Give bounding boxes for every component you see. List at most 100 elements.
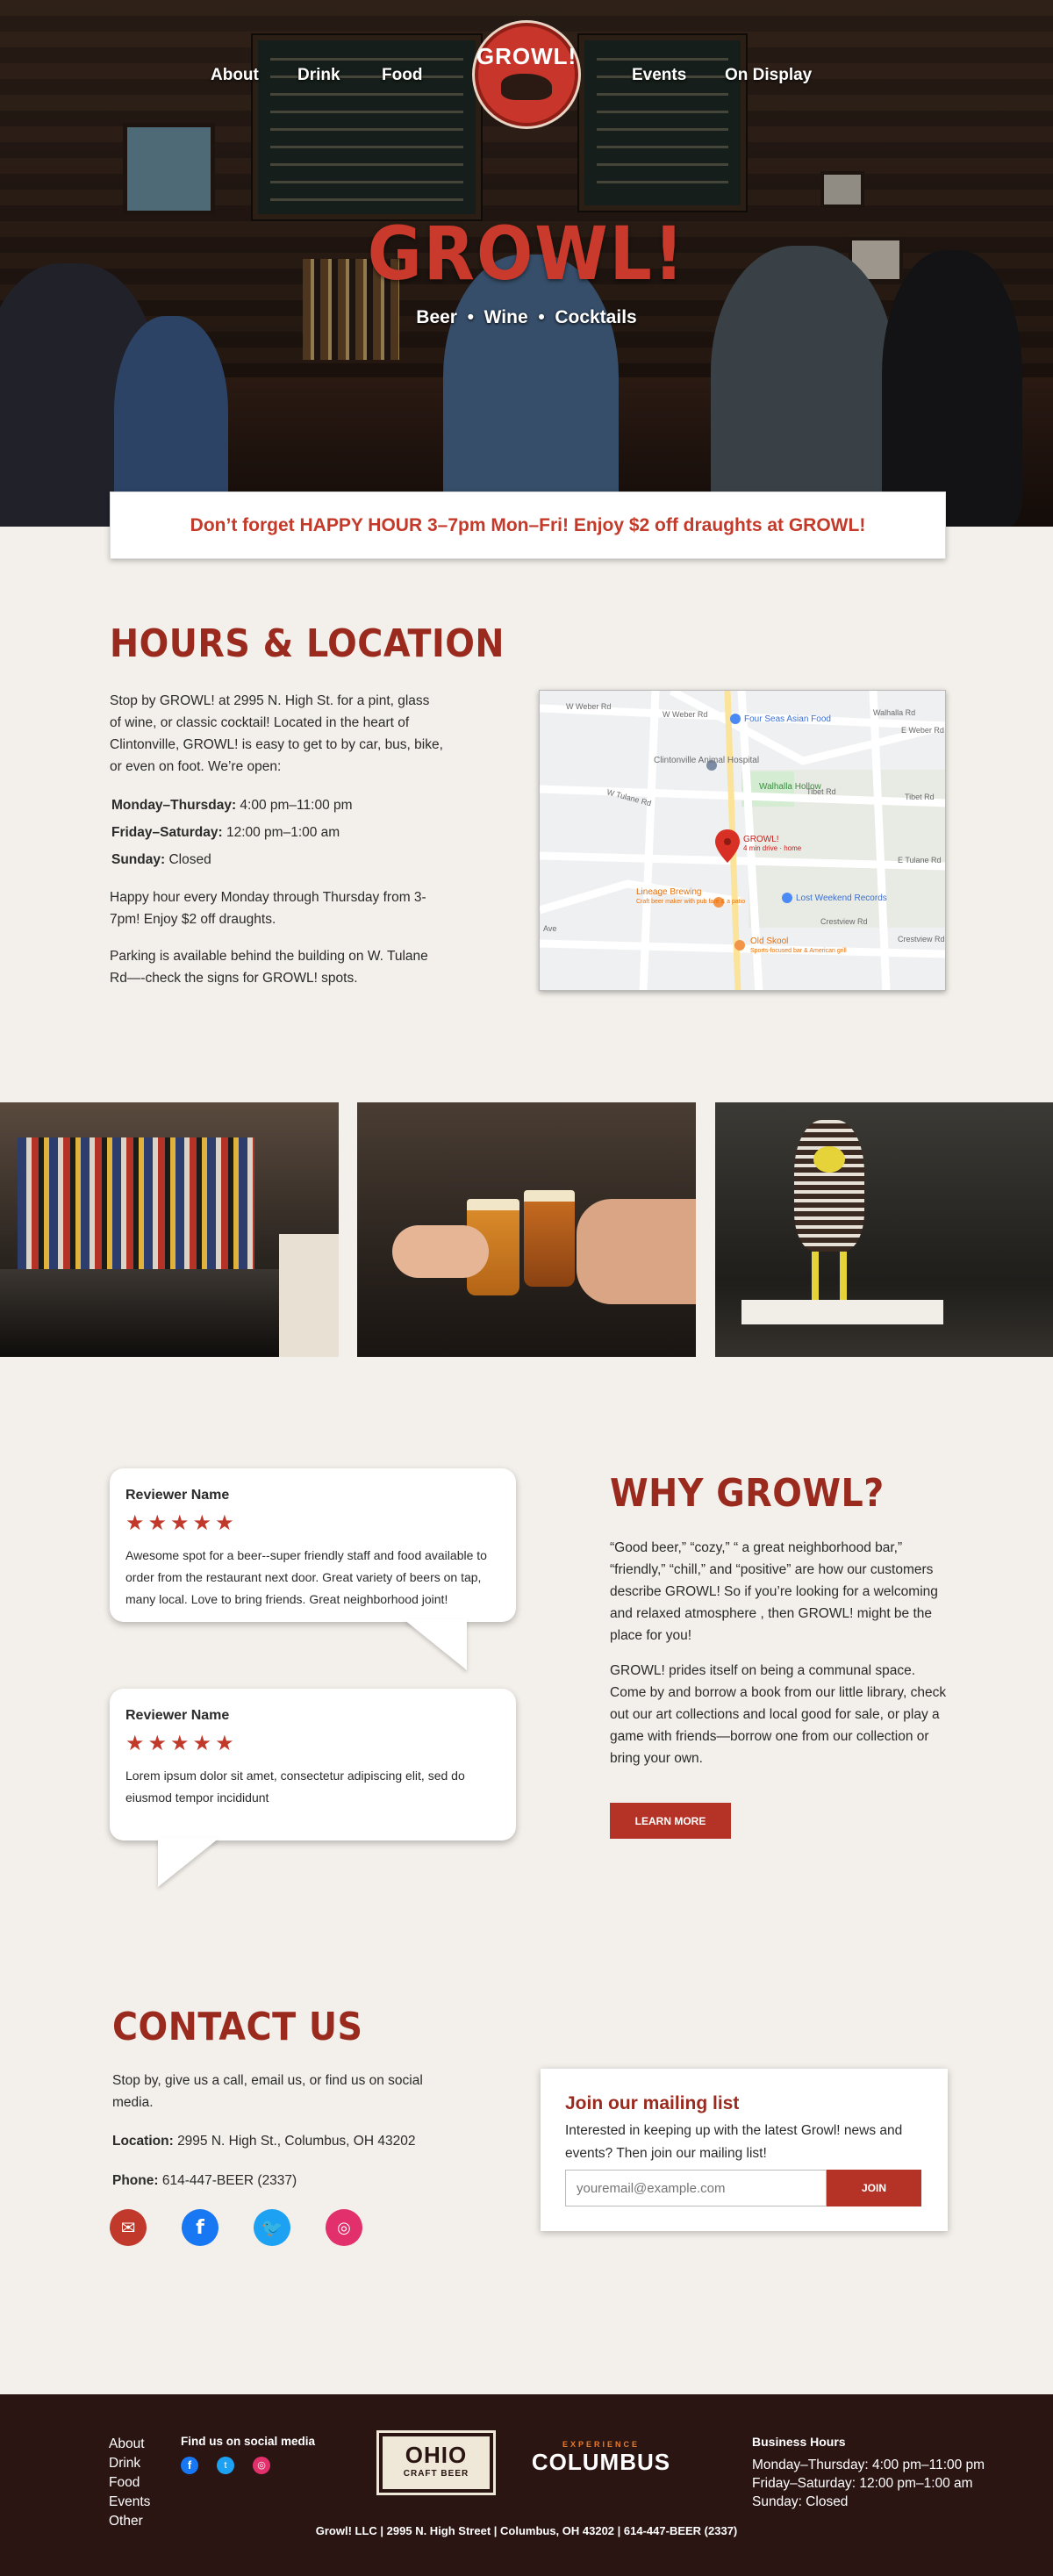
map-place-label: Clintonville Animal Hospital bbox=[654, 756, 759, 765]
footer-link-events[interactable]: Events bbox=[109, 2493, 150, 2512]
logo-text: GROWL! bbox=[476, 42, 577, 69]
schedule-time: 12:00 pm–1:00 am bbox=[226, 825, 340, 840]
ohio-logo-subtitle: CRAFT BEER bbox=[403, 2469, 469, 2479]
happy-hour-banner: Don’t forget HAPPY HOUR 3–7pm Mon–Fri! E… bbox=[110, 492, 946, 559]
schedule-day: Sunday: bbox=[111, 852, 166, 867]
photo-beer-taps bbox=[0, 1102, 339, 1357]
join-button[interactable]: JOIN bbox=[827, 2170, 921, 2206]
coffee-sign bbox=[279, 1234, 339, 1357]
email-icon[interactable]: ✉ bbox=[110, 2209, 147, 2246]
footer-instagram-icon[interactable]: ◎ bbox=[253, 2457, 270, 2474]
reviewer-name: Reviewer Name bbox=[125, 1708, 230, 1723]
hero-subtitle: Beer • Wine • Cocktails bbox=[416, 307, 637, 327]
footer-twitter-icon[interactable]: t bbox=[217, 2457, 234, 2474]
photo-beer-toast bbox=[357, 1102, 696, 1357]
email-field[interactable] bbox=[565, 2170, 827, 2206]
nav-drink[interactable]: Drink bbox=[297, 66, 340, 85]
schedule-row: Monday–Thursday: 4:00 pm–11:00 pm bbox=[111, 792, 353, 819]
location-label: Location: bbox=[112, 2134, 174, 2149]
ohio-craft-beer-logo: OHIO CRAFT BEER bbox=[379, 2433, 493, 2493]
phone-value: 614-447-BEER (2337) bbox=[161, 2173, 297, 2188]
contact-intro: Stop by, give us a call, email us, or fi… bbox=[112, 2073, 423, 2110]
owl-base bbox=[741, 1300, 943, 1324]
map-place-sub: Sports-focused bar & American grill bbox=[750, 948, 847, 954]
banner-text: Don’t forget HAPPY HOUR 3–7pm Mon–Fri! E… bbox=[190, 514, 866, 535]
location-map[interactable]: W Weber Rd W Weber Rd Walhalla Rd E Webe… bbox=[539, 690, 946, 991]
nav-events[interactable]: Events bbox=[632, 66, 686, 85]
business-hours: Monday–Thursday: 4:00 pm–11:00 pm Friday… bbox=[752, 2456, 985, 2511]
review-text: Awesome spot for a beer--super friendly … bbox=[125, 1548, 487, 1606]
nav-about[interactable]: About bbox=[211, 66, 259, 85]
why-paragraph-1: “Good beer,” “cozy,” “ a great neighborh… bbox=[610, 1540, 938, 1643]
business-hours-row: Friday–Saturday: 12:00 pm–1:00 am bbox=[752, 2476, 973, 2491]
schedule-day: Friday–Saturday: bbox=[111, 825, 223, 840]
bubble-tail bbox=[404, 1619, 467, 1670]
footer-links: About Drink Food Events Other bbox=[109, 2435, 150, 2531]
contact-phone: Phone: 614-447-BEER (2337) bbox=[112, 2170, 498, 2192]
hours-title: HOURS & LOCATION bbox=[110, 621, 505, 666]
map-street-label: W Weber Rd bbox=[663, 710, 707, 719]
hero-banner: About Drink Food Events On Display GROWL… bbox=[0, 0, 1053, 527]
learn-more-button[interactable]: LEARN MORE bbox=[610, 1803, 731, 1839]
instagram-icon[interactable]: ◎ bbox=[326, 2209, 362, 2246]
hours-schedule: Monday–Thursday: 4:00 pm–11:00 pm Friday… bbox=[111, 792, 353, 873]
footer-facebook-icon[interactable]: f bbox=[181, 2457, 198, 2474]
map-street-label: Crestview Rd bbox=[898, 935, 945, 944]
mailing-text: Interested in keeping up with the latest… bbox=[565, 2123, 903, 2161]
hours-intro: Stop by GROWL! at 2995 N. High St. for a… bbox=[110, 693, 443, 774]
growl-logo[interactable]: GROWL! bbox=[475, 23, 578, 126]
place-marker bbox=[734, 940, 745, 951]
contact-title: CONTACT US bbox=[112, 2005, 363, 2049]
why-title: WHY GROWL? bbox=[610, 1471, 885, 1516]
place-marker bbox=[782, 893, 792, 903]
tap-handles bbox=[18, 1137, 254, 1269]
twitter-icon[interactable]: 🐦 bbox=[254, 2209, 290, 2246]
map-place-sub: 4 min drive · home bbox=[743, 844, 802, 852]
map-street-label: Tibet Rd bbox=[905, 793, 935, 801]
review-text: Lorem ipsum dolor sit amet, consectetur … bbox=[125, 1769, 465, 1805]
arm bbox=[577, 1199, 696, 1304]
location-value: 2995 N. High St., Columbus, OH 43202 bbox=[177, 2134, 416, 2149]
facebook-icon[interactable]: f bbox=[182, 2209, 218, 2246]
schedule-row: Sunday: Closed bbox=[111, 846, 353, 873]
business-hours-row: Monday–Thursday: 4:00 pm–11:00 pm bbox=[752, 2458, 985, 2472]
footer-bottom-line: Growl! LLC | 2995 N. High Street | Colum… bbox=[315, 2524, 738, 2537]
map-street-label: E Tulane Rd bbox=[898, 856, 942, 865]
owl-sculpture bbox=[794, 1120, 864, 1252]
review-card: Reviewer Name ★★★★★ Awesome spot for a b… bbox=[110, 1468, 516, 1622]
star-rating-icon: ★★★★★ bbox=[125, 1732, 238, 1755]
contact-location: Location: 2995 N. High St., Columbus, OH… bbox=[112, 2130, 498, 2152]
schedule-time: 4:00 pm–11:00 pm bbox=[240, 798, 353, 813]
map-place-label: Lineage Brewing bbox=[636, 887, 702, 897]
columbus-logo-title: COLUMBUS bbox=[531, 2449, 671, 2475]
why-paragraph-2: GROWL! prides itself on being a communal… bbox=[610, 1663, 947, 1766]
reviewer-name: Reviewer Name bbox=[125, 1488, 230, 1503]
map-place-label: Old Skool bbox=[750, 936, 788, 946]
nav-food[interactable]: Food bbox=[382, 66, 422, 85]
map-place-sub: Craft beer maker with pub fare & a patio bbox=[636, 899, 745, 905]
schedule-row: Friday–Saturday: 12:00 pm–1:00 am bbox=[111, 819, 353, 846]
footer-link-about[interactable]: About bbox=[109, 2435, 150, 2454]
beer-glass bbox=[524, 1190, 575, 1287]
footer-link-food[interactable]: Food bbox=[109, 2473, 150, 2493]
star-rating-icon: ★★★★★ bbox=[125, 1511, 238, 1535]
owl-legs bbox=[812, 1252, 847, 1304]
nav-on-display[interactable]: On Display bbox=[725, 66, 812, 85]
ohio-logo-title: OHIO bbox=[405, 2442, 468, 2468]
photo-owl-art bbox=[715, 1102, 1053, 1357]
footer-link-drink[interactable]: Drink bbox=[109, 2454, 150, 2473]
map-place-label: Walhalla Hollow bbox=[759, 782, 822, 792]
map-street-label: Ave bbox=[543, 924, 556, 933]
map-graphic: W Weber Rd W Weber Rd Walhalla Rd E Webe… bbox=[540, 691, 945, 990]
place-marker bbox=[730, 714, 741, 724]
bear-icon bbox=[501, 73, 552, 100]
map-place-label: Lost Weekend Records bbox=[796, 893, 887, 903]
parking-text: Parking is available behind the building… bbox=[110, 949, 428, 986]
phone-label: Phone: bbox=[112, 2173, 159, 2188]
review-card: Reviewer Name ★★★★★ Lorem ipsum dolor si… bbox=[110, 1689, 516, 1841]
business-hours-row: Sunday: Closed bbox=[752, 2494, 849, 2509]
mailing-title: Join our mailing list bbox=[565, 2093, 740, 2113]
hero-title: GROWL! bbox=[367, 211, 686, 297]
bubble-tail bbox=[158, 1838, 219, 1887]
map-place-label: Four Seas Asian Food bbox=[744, 714, 831, 724]
